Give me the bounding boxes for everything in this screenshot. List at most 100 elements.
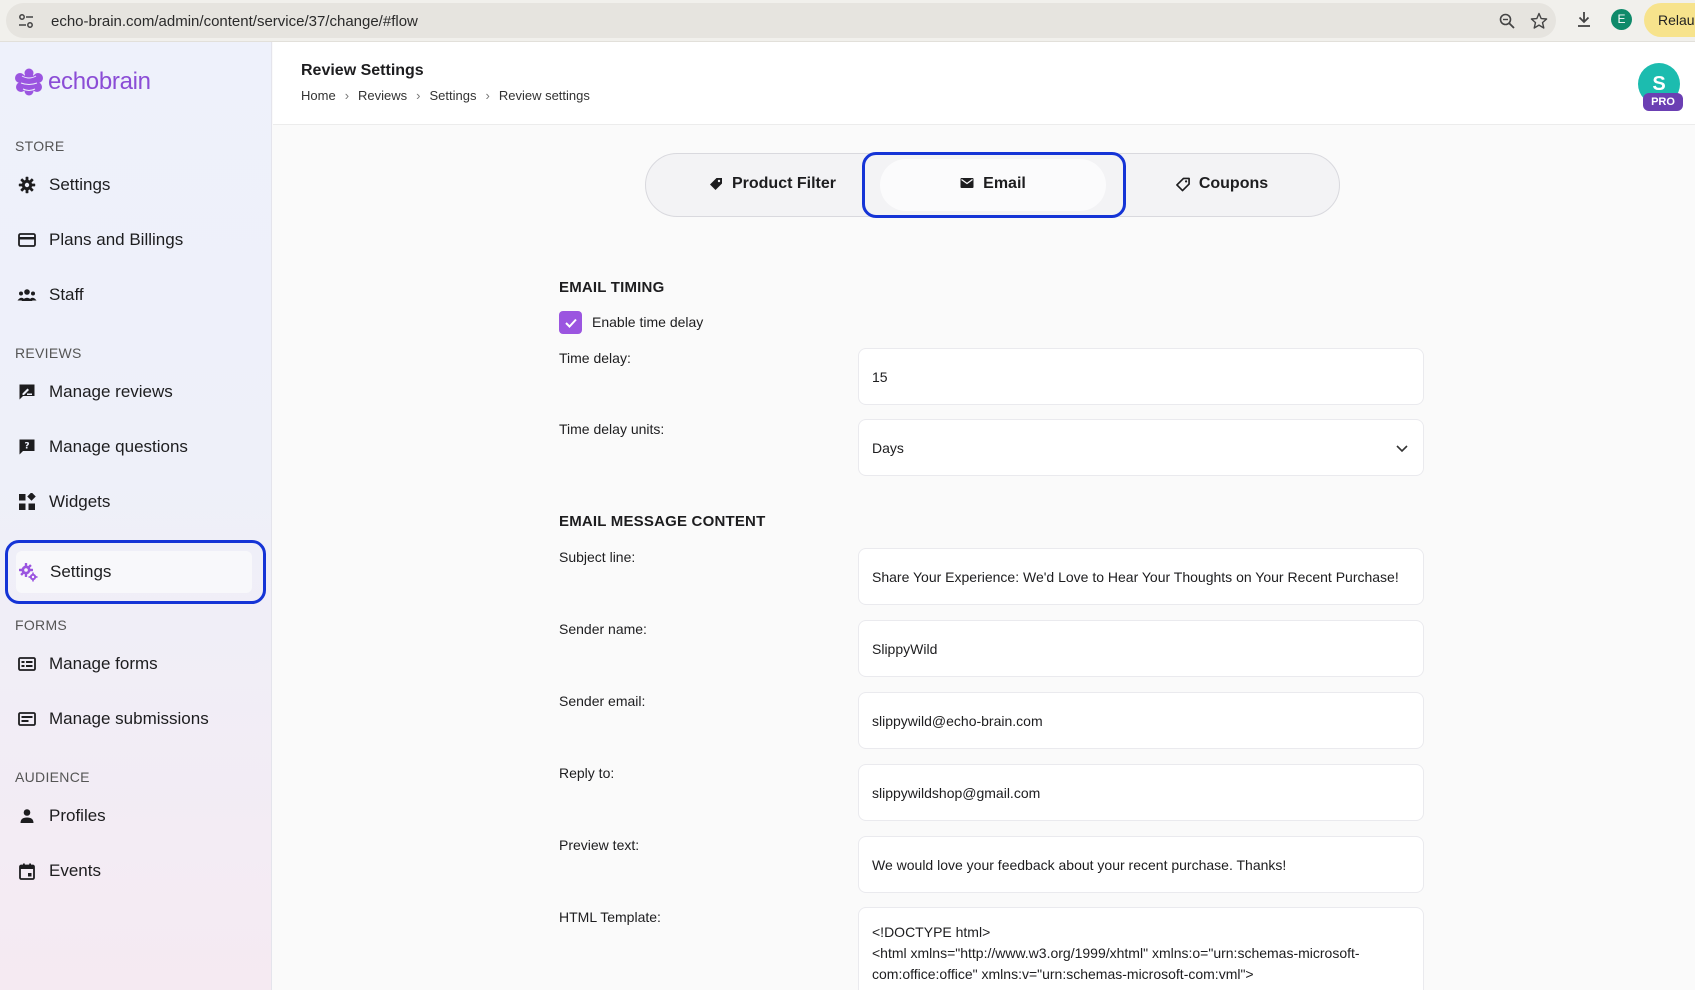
tab-email[interactable]: Email [880, 153, 1106, 215]
sidebar-item-label: Settings [49, 175, 111, 194]
svg-text:?: ? [24, 442, 29, 452]
page-title: Review Settings [301, 62, 424, 79]
sidebar-item-label: Profiles [49, 806, 106, 825]
breadcrumb-review-settings: Review settings [498, 88, 590, 103]
sidebar-item-plans[interactable]: Plans and Billings [0, 218, 272, 262]
sidebar-item-manage-reviews[interactable]: Manage reviews [0, 370, 272, 414]
section-label-store: STORE [15, 138, 65, 154]
html-template-textarea[interactable]: <!DOCTYPE html> <html xmlns="http://www.… [858, 907, 1424, 990]
credit-card-icon [17, 230, 37, 250]
logo[interactable]: echobrain [12, 68, 151, 96]
sidebar-item-label: Plans and Billings [49, 230, 184, 249]
enable-time-delay-label[interactable]: Enable time delay [592, 314, 703, 330]
email-timing-heading: EMAIL TIMING [559, 279, 665, 296]
page-header: Review Settings Home › Reviews › Setting… [273, 42, 1695, 125]
reply-to-label: Reply to: [559, 765, 615, 781]
sidebar-item-label: Events [49, 861, 101, 880]
sender-email-input[interactable]: slippywild@echo-brain.com [858, 692, 1424, 749]
sender-email-value: slippywild@echo-brain.com [872, 712, 1043, 729]
breadcrumb-separator: › [485, 88, 490, 103]
relaunch-button[interactable]: Relaunch [1644, 3, 1695, 37]
calendar-event-icon [17, 861, 37, 881]
pro-badge: PRO [1643, 93, 1683, 111]
sidebar-item-label: Manage questions [49, 437, 188, 456]
reply-to-input[interactable]: slippywildshop@gmail.com [858, 764, 1424, 821]
tab-label: Coupons [1198, 175, 1269, 192]
enable-time-delay-checkbox[interactable] [559, 311, 582, 334]
sidebar-item-label: Widgets [49, 492, 111, 511]
time-delay-input[interactable]: 15 [858, 348, 1424, 405]
breadcrumb: Home › Reviews › Settings › Review setti… [301, 88, 590, 103]
url-text[interactable]: echo-brain.com/admin/content/service/37/… [51, 13, 418, 30]
sidebar-item-label: Manage submissions [49, 709, 209, 728]
sidebar-item-label: Settings [50, 562, 112, 581]
address-bar[interactable]: echo-brain.com/admin/content/service/37/… [6, 3, 1556, 38]
sidebar-item-manage-questions[interactable]: ? Manage questions [0, 425, 272, 469]
reply-to-value: slippywildshop@gmail.com [872, 784, 1041, 801]
checkmark-icon [564, 318, 577, 328]
sidebar-item-widgets[interactable]: Widgets [0, 480, 272, 524]
preview-text-value: We would love your feedback about your r… [872, 856, 1287, 873]
brain-logo-icon [15, 68, 43, 96]
sidebar-item-manage-forms[interactable]: Manage forms [0, 642, 272, 686]
sender-name-input[interactable]: SlippyWild [858, 620, 1424, 677]
preview-text-input[interactable]: We would love your feedback about your r… [858, 836, 1424, 893]
breadcrumb-separator: › [416, 88, 421, 103]
sidebar-item-label: Manage forms [49, 654, 158, 673]
breadcrumb-settings[interactable]: Settings [430, 88, 477, 103]
section-label-audience: AUDIENCE [15, 769, 90, 785]
submissions-icon [17, 709, 37, 729]
subject-line-label: Subject line: [559, 549, 636, 565]
tag-icon [709, 177, 723, 191]
section-label-forms: FORMS [15, 617, 68, 633]
sidebar-item-label: Manage reviews [49, 382, 173, 401]
coupon-tag-icon [1175, 177, 1190, 192]
browser-profile-avatar[interactable]: E [1611, 9, 1632, 30]
tab-coupons[interactable]: Coupons [1112, 153, 1332, 215]
time-delay-units-label: Time delay units: [559, 421, 665, 437]
form-icon [17, 654, 37, 674]
download-icon[interactable] [1574, 9, 1594, 29]
section-label-reviews: REVIEWS [15, 345, 82, 361]
people-icon [17, 285, 37, 305]
site-settings-icon[interactable] [18, 13, 34, 29]
sidebar-item-review-settings[interactable]: Settings [5, 540, 266, 604]
sidebar-item-staff[interactable]: Staff [0, 273, 272, 317]
preview-text-label: Preview text: [559, 837, 640, 853]
envelope-icon [960, 177, 974, 191]
question-answer-icon: ? [17, 437, 37, 457]
time-delay-units-value: Days [872, 439, 904, 456]
zoom-icon[interactable] [1498, 12, 1516, 30]
tab-label: Product Filter [731, 175, 836, 192]
sidebar-item-manage-submissions[interactable]: Manage submissions [0, 697, 272, 741]
subject-line-input[interactable]: Share Your Experience: We'd Love to Hear… [858, 548, 1424, 605]
sidebar-item-events[interactable]: Events [0, 849, 272, 893]
logo-text: echobrain [48, 68, 151, 95]
sender-name-label: Sender name: [559, 621, 647, 637]
breadcrumb-reviews[interactable]: Reviews [358, 88, 407, 103]
html-template-label: HTML Template: [559, 909, 661, 925]
browser-toolbar: echo-brain.com/admin/content/service/37/… [0, 0, 1695, 42]
html-template-line: <!DOCTYPE html> [872, 924, 991, 940]
gear-icon [17, 175, 37, 195]
tab-label: Email [983, 175, 1026, 192]
breadcrumb-separator: › [344, 88, 350, 103]
widgets-icon [17, 492, 37, 512]
email-content-heading: EMAIL MESSAGE CONTENT [559, 513, 766, 530]
sidebar-item-profiles[interactable]: Profiles [0, 794, 272, 838]
sidebar-item-store-settings[interactable]: Settings [0, 163, 272, 207]
sidebar: echobrain STORE Settings Plans and Billi… [0, 42, 272, 990]
sender-name-value: SlippyWild [872, 640, 938, 657]
time-delay-units-select[interactable]: Days [858, 419, 1424, 476]
sender-email-label: Sender email: [559, 693, 646, 709]
subject-line-value: Share Your Experience: We'd Love to Hear… [872, 568, 1399, 585]
bookmark-star-icon[interactable] [1530, 12, 1548, 30]
time-delay-value: 15 [872, 368, 888, 385]
person-icon [17, 806, 37, 826]
html-template-line: <html xmlns="http://www.w3.org/1999/xhtm… [872, 945, 1360, 982]
settings-gear-icon [18, 562, 38, 582]
time-delay-label: Time delay: [559, 350, 631, 366]
rate-review-icon [17, 382, 37, 402]
tab-product-filter[interactable]: Product Filter [660, 153, 885, 215]
breadcrumb-home[interactable]: Home [301, 88, 336, 103]
